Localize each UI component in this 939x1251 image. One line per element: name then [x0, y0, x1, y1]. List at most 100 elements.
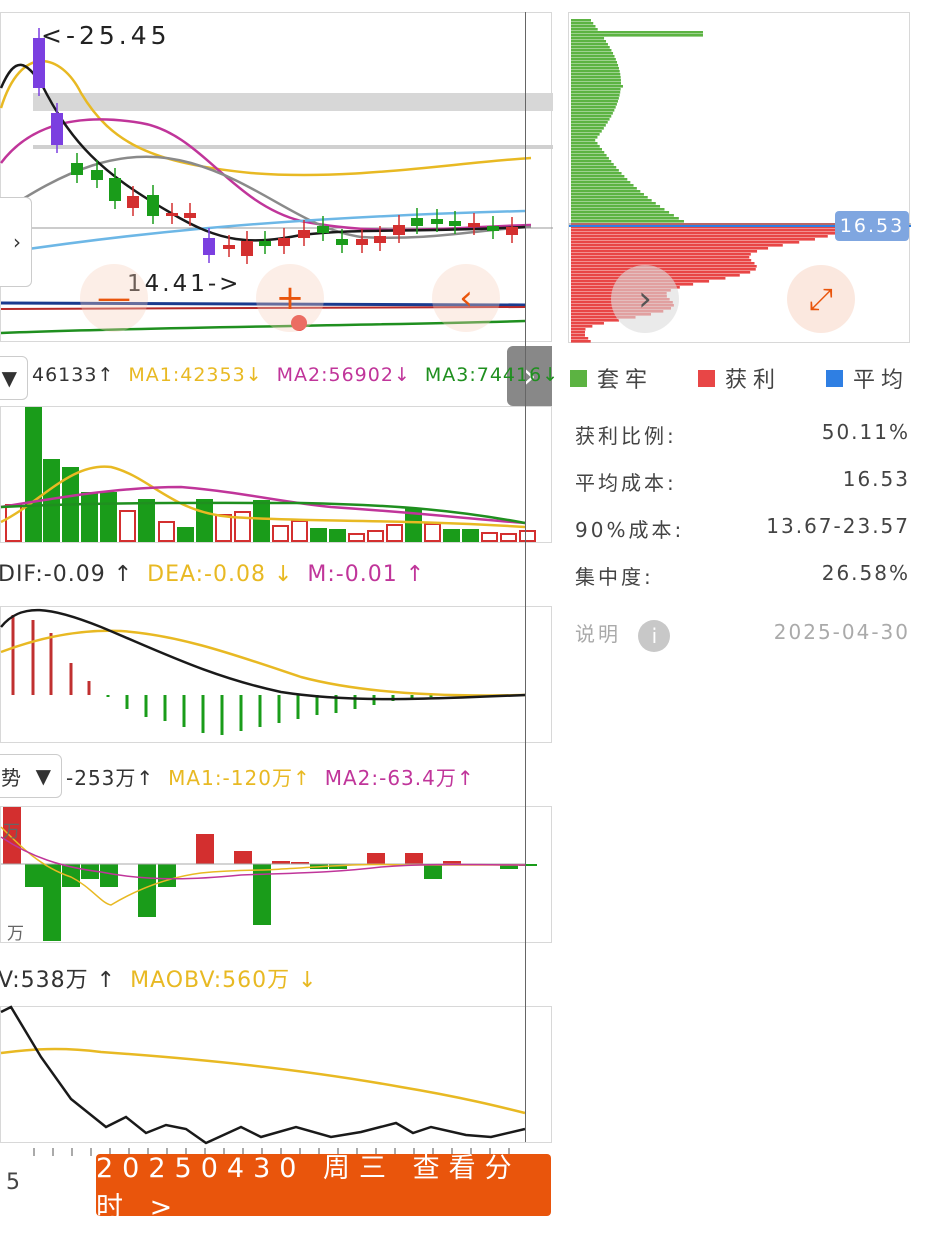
cost-bar	[571, 37, 605, 40]
view-intraday-button[interactable]: 20250430 周三 查看分时 >	[96, 1153, 551, 1223]
cost-bar	[571, 205, 661, 208]
cost-bar	[571, 154, 607, 157]
zoom-in-button[interactable]: +	[256, 264, 324, 332]
cost-bar	[571, 109, 615, 112]
cost-bar	[571, 94, 620, 97]
cost-bar	[571, 232, 836, 235]
cost-bar	[571, 172, 622, 175]
zoom-out-button[interactable]: —	[80, 264, 148, 332]
dropdown-icon: ▼	[35, 764, 51, 788]
kline-side-tab[interactable]: ›	[0, 197, 32, 287]
cost-bar	[571, 151, 605, 154]
cost-bar	[571, 322, 604, 325]
fund-bar	[158, 864, 176, 887]
volume-bar	[100, 492, 117, 542]
cost-bar	[571, 235, 828, 238]
volume-bar	[215, 514, 232, 542]
cost-bar	[571, 244, 783, 247]
cost-bar	[571, 253, 751, 256]
trapped-swatch	[570, 369, 587, 387]
cost-bar	[571, 262, 755, 265]
cost-bar	[571, 61, 618, 64]
ma-line	[0, 59, 532, 177]
fund-ma2: MA2:-63.4万↑	[324, 766, 475, 790]
candle	[109, 178, 121, 201]
candle	[166, 213, 178, 216]
info-icon[interactable]: i	[638, 619, 671, 652]
cost-bar	[571, 142, 598, 145]
fund-chart	[0, 807, 537, 941]
candle	[298, 230, 310, 238]
cost-bar	[571, 79, 621, 82]
cost-bar	[571, 265, 757, 268]
volume-bar	[81, 492, 98, 542]
cost-bar	[571, 34, 703, 37]
candle	[127, 196, 139, 208]
maobv-line	[0, 1047, 526, 1115]
cost-bar	[571, 199, 652, 202]
candle	[506, 227, 518, 235]
expand-button[interactable]: ⤢	[787, 265, 855, 333]
volume-bar	[25, 407, 42, 542]
fund-ma1: MA1:-120万↑	[168, 766, 311, 790]
fund-legend: -253万↑ MA1:-120万↑ MA2:-63.4万↑	[66, 762, 489, 791]
volume-bar	[348, 533, 365, 542]
fund-bar	[367, 853, 385, 864]
macd-legend: DIF:-0.09 ↑ DEA:-0.08 ↓ M:-0.01 ↑	[0, 562, 439, 587]
cost-bar	[571, 325, 593, 328]
cost-bar	[571, 187, 637, 190]
volume-ma2: MA2:56902↓	[276, 364, 411, 386]
note-row: 说明 i 2025-04-30	[575, 618, 910, 652]
note-label: 说明	[575, 622, 621, 646]
cost-bar	[571, 259, 752, 262]
cost-bar	[571, 25, 596, 28]
obv-value: V:538万 ↑	[0, 968, 117, 993]
average-swatch	[826, 369, 843, 387]
back-button[interactable]: ‹	[432, 264, 500, 332]
obv-ma: MAOBV:560万 ↓	[130, 968, 318, 993]
back-icon: ‹	[459, 278, 473, 318]
cost-bar	[571, 337, 589, 340]
macd-panel[interactable]	[0, 606, 552, 743]
volume-bar	[481, 532, 498, 542]
cost-bar	[571, 250, 758, 253]
candle	[91, 170, 103, 180]
average-label: 平均	[853, 368, 910, 393]
candle	[278, 238, 290, 246]
plus-icon: +	[275, 278, 305, 318]
indicator-select-fund[interactable]: 势 ▼	[0, 754, 62, 798]
cost-bar	[571, 85, 623, 88]
cost-bar	[571, 241, 800, 244]
volume-panel[interactable]	[0, 406, 552, 543]
cost-bar	[571, 73, 621, 76]
obv-panel[interactable]	[0, 1005, 552, 1145]
stat-value: 26.58%	[821, 561, 910, 585]
fund-panel[interactable]: 万 万	[0, 806, 552, 944]
cost-bar	[571, 130, 602, 133]
fund-bar	[234, 851, 252, 864]
cost-bar	[571, 22, 594, 25]
snapshot-date: 2025-04-30	[773, 620, 910, 644]
cost-legend-trapped: 套牢	[570, 362, 653, 394]
cost-bar	[571, 103, 617, 106]
cost-bar	[571, 211, 670, 214]
cost-bar	[571, 175, 625, 178]
volume-bar	[272, 525, 289, 542]
cost-bar	[571, 106, 616, 109]
cost-next-button[interactable]: ›	[611, 265, 679, 333]
cost-distribution-panel[interactable]: 16.53 › ⤢	[568, 12, 911, 343]
volume-bar	[310, 528, 327, 542]
macd-chart	[0, 608, 526, 735]
chevron-right-icon: ›	[13, 230, 21, 254]
cost-bar	[571, 181, 631, 184]
fund-axis-bottom: 万	[7, 924, 24, 944]
cost-bar	[571, 160, 612, 163]
cost-bar	[571, 127, 604, 130]
stat-label: 平均成本:	[575, 471, 677, 495]
expand-icon: ⤢	[809, 281, 833, 317]
cost-bar	[571, 49, 612, 52]
indicator-select-volume[interactable]: ▼	[0, 356, 28, 400]
stat-label: 90%成本:	[575, 518, 685, 542]
cost-bar	[571, 124, 606, 127]
ma-line	[0, 209, 526, 255]
